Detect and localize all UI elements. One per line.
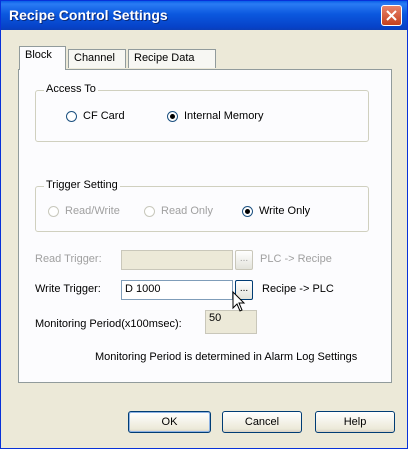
window-title: Recipe Control Settings	[9, 7, 168, 23]
radio-checked-icon	[167, 110, 178, 122]
tab-recipe-data[interactable]: Recipe Data	[128, 49, 216, 68]
write-only-label: Write Only	[259, 205, 311, 217]
read-trigger-browse-button[interactable]: ...	[235, 250, 253, 270]
read-write-label: Read/Write	[65, 205, 120, 217]
read-trigger-label: Read Trigger:	[35, 253, 102, 265]
trigger-setting-group: Trigger Setting Read/Write Read Only Wri…	[35, 179, 369, 232]
ok-button[interactable]: OK	[128, 411, 211, 433]
write-trigger-input[interactable]: D 1000	[121, 280, 233, 300]
help-button[interactable]: Help	[315, 411, 395, 433]
tab-panel-block: Access To CF Card Internal Memory Trigge…	[18, 69, 392, 383]
read-write-radio[interactable]: Read/Write	[48, 205, 120, 217]
internal-memory-radio[interactable]: Internal Memory	[167, 110, 263, 122]
title-bar[interactable]: Recipe Control Settings	[1, 1, 407, 30]
close-icon	[386, 10, 397, 21]
radio-checked-icon	[242, 205, 253, 217]
dialog-window: Recipe Control Settings Block Channel Re…	[0, 0, 408, 449]
cf-card-label: CF Card	[83, 110, 125, 122]
access-to-group: Access To CF Card Internal Memory	[35, 83, 369, 142]
read-trigger-direction: PLC -> Recipe	[260, 253, 332, 265]
radio-icon	[66, 110, 77, 122]
radio-icon	[144, 205, 155, 217]
cancel-button[interactable]: Cancel	[222, 411, 302, 433]
read-trigger-input[interactable]	[121, 250, 233, 270]
tab-block[interactable]: Block	[19, 46, 66, 70]
read-only-radio[interactable]: Read Only	[144, 205, 213, 217]
write-trigger-direction: Recipe -> PLC	[262, 283, 334, 295]
trigger-setting-label: Trigger Setting	[44, 179, 120, 191]
write-trigger-label: Write Trigger:	[35, 283, 101, 295]
radio-icon	[48, 205, 59, 217]
monitoring-period-note: Monitoring Period is determined in Alarm…	[95, 351, 358, 363]
internal-memory-label: Internal Memory	[184, 110, 264, 122]
close-button[interactable]	[381, 5, 402, 26]
monitoring-period-label: Monitoring Period(x100msec):	[35, 318, 182, 330]
access-to-label: Access To	[44, 83, 98, 95]
mouse-pointer-icon	[232, 291, 246, 312]
monitoring-period-input[interactable]: 50	[205, 310, 257, 334]
tab-channel[interactable]: Channel	[68, 49, 126, 68]
read-only-label: Read Only	[161, 205, 213, 217]
write-only-radio[interactable]: Write Only	[242, 205, 310, 217]
cf-card-radio[interactable]: CF Card	[66, 110, 125, 122]
